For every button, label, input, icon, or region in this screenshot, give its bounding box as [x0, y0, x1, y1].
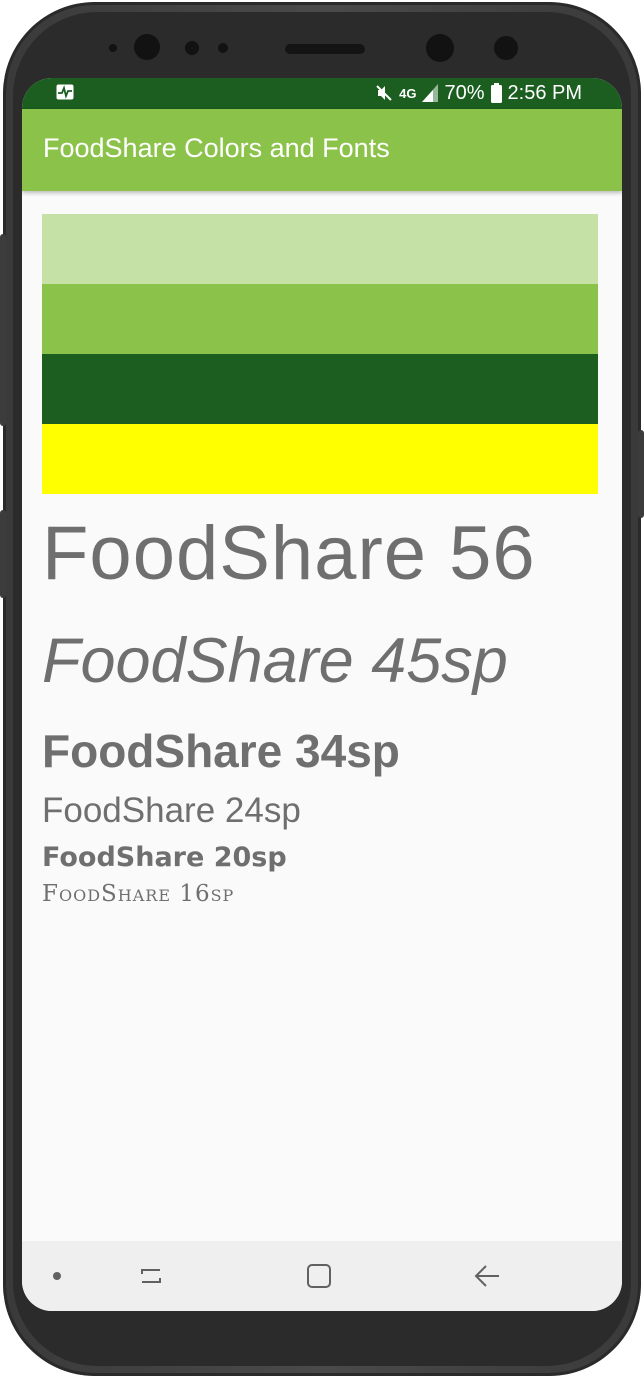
bixby-button: [0, 510, 6, 598]
front-sensor: [134, 34, 160, 60]
swatch-yellow: [42, 424, 598, 494]
font-sample-24sp: FoodShare 24sp: [42, 791, 301, 830]
status-indicators: 4G 70% 2:56 PM: [375, 80, 582, 106]
swatch-green: [42, 284, 598, 354]
screen: 4G 70% 2:56 PM FoodShare Colors and Font…: [22, 78, 622, 1311]
signal-icon: [422, 84, 439, 102]
power-button: [638, 430, 644, 518]
font-sample-20sp: FoodShare 20sp: [42, 842, 287, 873]
font-sample-16sp: FoodShare 16sp: [42, 881, 235, 907]
earpiece-speaker: [285, 44, 365, 54]
font-sample-45sp: FoodShare 45sp: [42, 626, 508, 696]
volume-button: [0, 234, 6, 426]
sensor-dot: [218, 43, 228, 53]
status-bar: 4G 70% 2:56 PM: [22, 78, 622, 109]
font-sample-56: FoodShare 56: [42, 511, 536, 596]
iris-sensor: [494, 36, 518, 60]
font-sample-34sp: FoodShare 34sp: [42, 725, 400, 777]
sensor-dot: [109, 44, 117, 52]
back-icon[interactable]: [472, 1261, 502, 1291]
color-swatches: [42, 214, 598, 494]
status-time: 2:56 PM: [507, 81, 582, 104]
app-bar: FoodShare Colors and Fonts: [22, 109, 622, 191]
swatch-dark-green: [42, 354, 598, 424]
recents-icon[interactable]: [136, 1261, 166, 1291]
front-camera: [426, 34, 454, 62]
home-icon[interactable]: [304, 1261, 334, 1291]
app-title: FoodShare Colors and Fonts: [43, 133, 390, 163]
navigation-bar: [22, 1241, 622, 1311]
sensor-dot: [185, 41, 199, 55]
network-type: 4G: [399, 85, 417, 101]
activity-icon: [56, 84, 74, 100]
battery-percent: 70%: [444, 81, 485, 104]
dot-indicator-icon[interactable]: [53, 1272, 61, 1280]
mute-icon: [376, 85, 392, 101]
battery-icon: [490, 83, 502, 103]
swatch-light-green: [42, 214, 598, 284]
